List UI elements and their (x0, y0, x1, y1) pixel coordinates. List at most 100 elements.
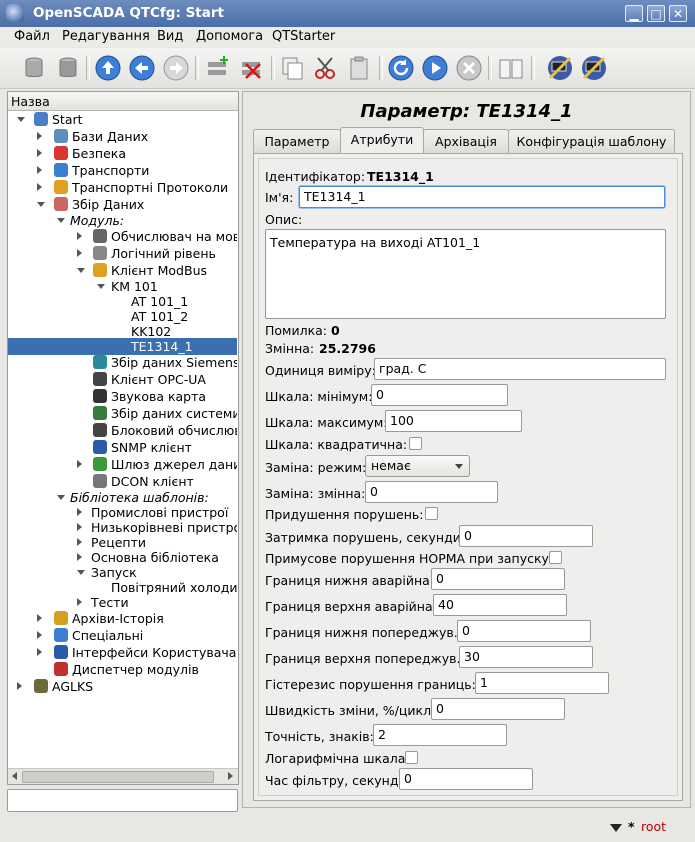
lo-alarm-field[interactable]: 0 (431, 568, 565, 590)
menu-edit[interactable]: Редагування (62, 29, 150, 44)
subst-var-field[interactable]: 0 (365, 481, 498, 503)
expand-arrow-icon[interactable] (77, 553, 82, 561)
collapse-arrow-icon[interactable] (37, 202, 45, 207)
description-field[interactable]: Температура на виході AT101_1 (265, 229, 666, 319)
tab-template-config[interactable]: Конфігурація шаблону (508, 129, 675, 153)
delay-field[interactable]: 0 (459, 525, 593, 547)
tree-item-transport-protocols[interactable]: Транспортні Протоколи (8, 179, 237, 196)
vision-tool-icon[interactable] (580, 54, 608, 82)
subst-mode-select[interactable]: немає (365, 455, 470, 477)
tree-item-opc-ua[interactable]: Клієнт OPC-UA (8, 371, 237, 388)
expand-arrow-icon[interactable] (37, 614, 42, 622)
tree-item-dcon-client[interactable]: DCON клієнт (8, 473, 237, 490)
tree-item-snmp-client[interactable]: SNMP клієнт (8, 439, 237, 456)
paste-icon[interactable] (346, 54, 374, 82)
horizontal-scrollbar[interactable] (8, 768, 238, 784)
force-norm-checkbox[interactable] (549, 551, 562, 564)
scale-max-field[interactable]: 100 (385, 410, 522, 432)
expand-arrow-icon[interactable] (37, 648, 42, 656)
tab-archiving[interactable]: Архівація (423, 129, 509, 153)
tab-attributes[interactable]: Атрибути (340, 127, 424, 154)
name-field[interactable]: TE1314_1 (299, 186, 665, 208)
tree-item-start[interactable]: Start (8, 111, 237, 128)
collapse-arrow-icon[interactable] (77, 570, 85, 575)
scale-square-checkbox[interactable] (409, 437, 422, 450)
expand-arrow-icon[interactable] (37, 631, 42, 639)
refresh-icon[interactable] (387, 54, 415, 82)
expand-arrow-icon[interactable] (77, 598, 82, 606)
stop-icon[interactable] (455, 54, 483, 82)
filter-field[interactable]: 0 (399, 768, 533, 790)
tree-item-siemens[interactable]: Збір даних Siemens (8, 354, 237, 371)
tab-parameter[interactable]: Параметр (253, 129, 341, 153)
unit-field[interactable]: град. С (374, 358, 666, 380)
expand-arrow-icon[interactable] (77, 508, 82, 516)
play-icon[interactable] (421, 54, 449, 82)
tree-item-logic-level[interactable]: Логічний рівень (8, 245, 237, 262)
tree-item-calculator[interactable]: Обчислювач на мов (8, 228, 237, 245)
expand-arrow-icon[interactable] (37, 149, 42, 157)
cut-icon[interactable] (312, 54, 340, 82)
tree-item-security[interactable]: Безпека (8, 145, 237, 162)
expand-arrow-icon[interactable] (77, 249, 82, 257)
tree-item-aglks[interactable]: AGLKS (8, 678, 237, 695)
lo-warn-field[interactable]: 0 (457, 620, 591, 642)
tree-item-specials[interactable]: Спеціальні (8, 627, 237, 644)
speed-field[interactable]: 0 (431, 698, 565, 720)
tree-item-module-manager[interactable]: Диспетчер модулів (8, 661, 237, 678)
add-item-icon[interactable] (204, 54, 232, 82)
tree-item-module-group[interactable]: Модуль: (8, 212, 237, 229)
tree-item-modbus-client[interactable]: Клієнт ModBus (8, 262, 237, 279)
expand-arrow-icon[interactable] (37, 183, 42, 191)
scrollbar-thumb[interactable] (22, 771, 214, 783)
expand-arrow-icon[interactable] (17, 682, 22, 690)
collapse-arrow-icon[interactable] (97, 284, 105, 289)
db-load-icon[interactable] (20, 54, 48, 82)
collapse-arrow-icon[interactable] (77, 268, 85, 273)
menu-help[interactable]: Допомога (196, 29, 263, 44)
expand-arrow-icon[interactable] (77, 232, 82, 240)
collapse-arrow-icon[interactable] (57, 495, 65, 500)
navigation-tree[interactable]: Назва Start Бази Даних Безпека Транспорти Тр… (7, 91, 239, 785)
menu-view[interactable]: Вид (157, 29, 183, 44)
tree-item-databases[interactable]: Бази Даних (8, 128, 237, 145)
arrow-forward-icon[interactable] (162, 54, 190, 82)
collapse-arrow-icon[interactable] (17, 117, 25, 122)
tree-item-sound-card[interactable]: Звукова карта (8, 388, 237, 405)
tree-item-user-interfaces[interactable]: Інтерфейси Користувача (8, 644, 237, 661)
menu-file[interactable]: Файл (14, 29, 50, 44)
scale-min-field[interactable]: 0 (371, 384, 508, 406)
log-scale-checkbox[interactable] (405, 751, 418, 764)
copy-icon[interactable] (279, 54, 307, 82)
expand-arrow-icon[interactable] (77, 523, 82, 531)
tree-item-te1314-1[interactable]: TE1314_1 (8, 338, 237, 355)
collapse-arrow-icon[interactable] (57, 218, 65, 223)
precision-field[interactable]: 2 (373, 724, 507, 746)
tree-item-data-acquisition[interactable]: Збір Даних (8, 196, 237, 213)
minimize-button[interactable]: ▁ (625, 5, 643, 22)
hysteresis-field[interactable]: 1 (475, 672, 609, 694)
expand-arrow-icon[interactable] (77, 538, 82, 546)
expand-arrow-icon[interactable] (37, 166, 42, 174)
arrow-back-icon[interactable] (128, 54, 156, 82)
delete-item-icon[interactable] (238, 54, 266, 82)
status-field[interactable] (7, 789, 238, 812)
expand-arrow-icon[interactable] (77, 460, 82, 468)
maximize-button[interactable]: □ (647, 5, 665, 22)
tree-item-archives[interactable]: Архіви-Історія (8, 610, 237, 627)
hi-warn-field[interactable]: 30 (459, 646, 593, 668)
manual-icon[interactable] (497, 54, 525, 82)
tree-item-system-da[interactable]: Збір даних системи (8, 405, 237, 422)
user-menu-icon[interactable] (609, 822, 623, 834)
scroll-right-icon[interactable] (228, 772, 233, 780)
tree-item-block-calc[interactable]: Блоковий обчислюв (8, 422, 237, 439)
expand-arrow-icon[interactable] (37, 132, 42, 140)
menu-qtstarter[interactable]: QTStarter (272, 29, 335, 44)
close-button[interactable]: ✕ (669, 5, 687, 22)
arrow-up-icon[interactable] (94, 54, 122, 82)
tree-item-data-gateway[interactable]: Шлюз джерел дани (8, 456, 237, 473)
hi-alarm-field[interactable]: 40 (433, 594, 567, 616)
suppress-checkbox[interactable] (425, 507, 438, 520)
tree-item-transports[interactable]: Транспорти (8, 162, 237, 179)
tree-item-tests[interactable]: Тести (8, 594, 237, 611)
